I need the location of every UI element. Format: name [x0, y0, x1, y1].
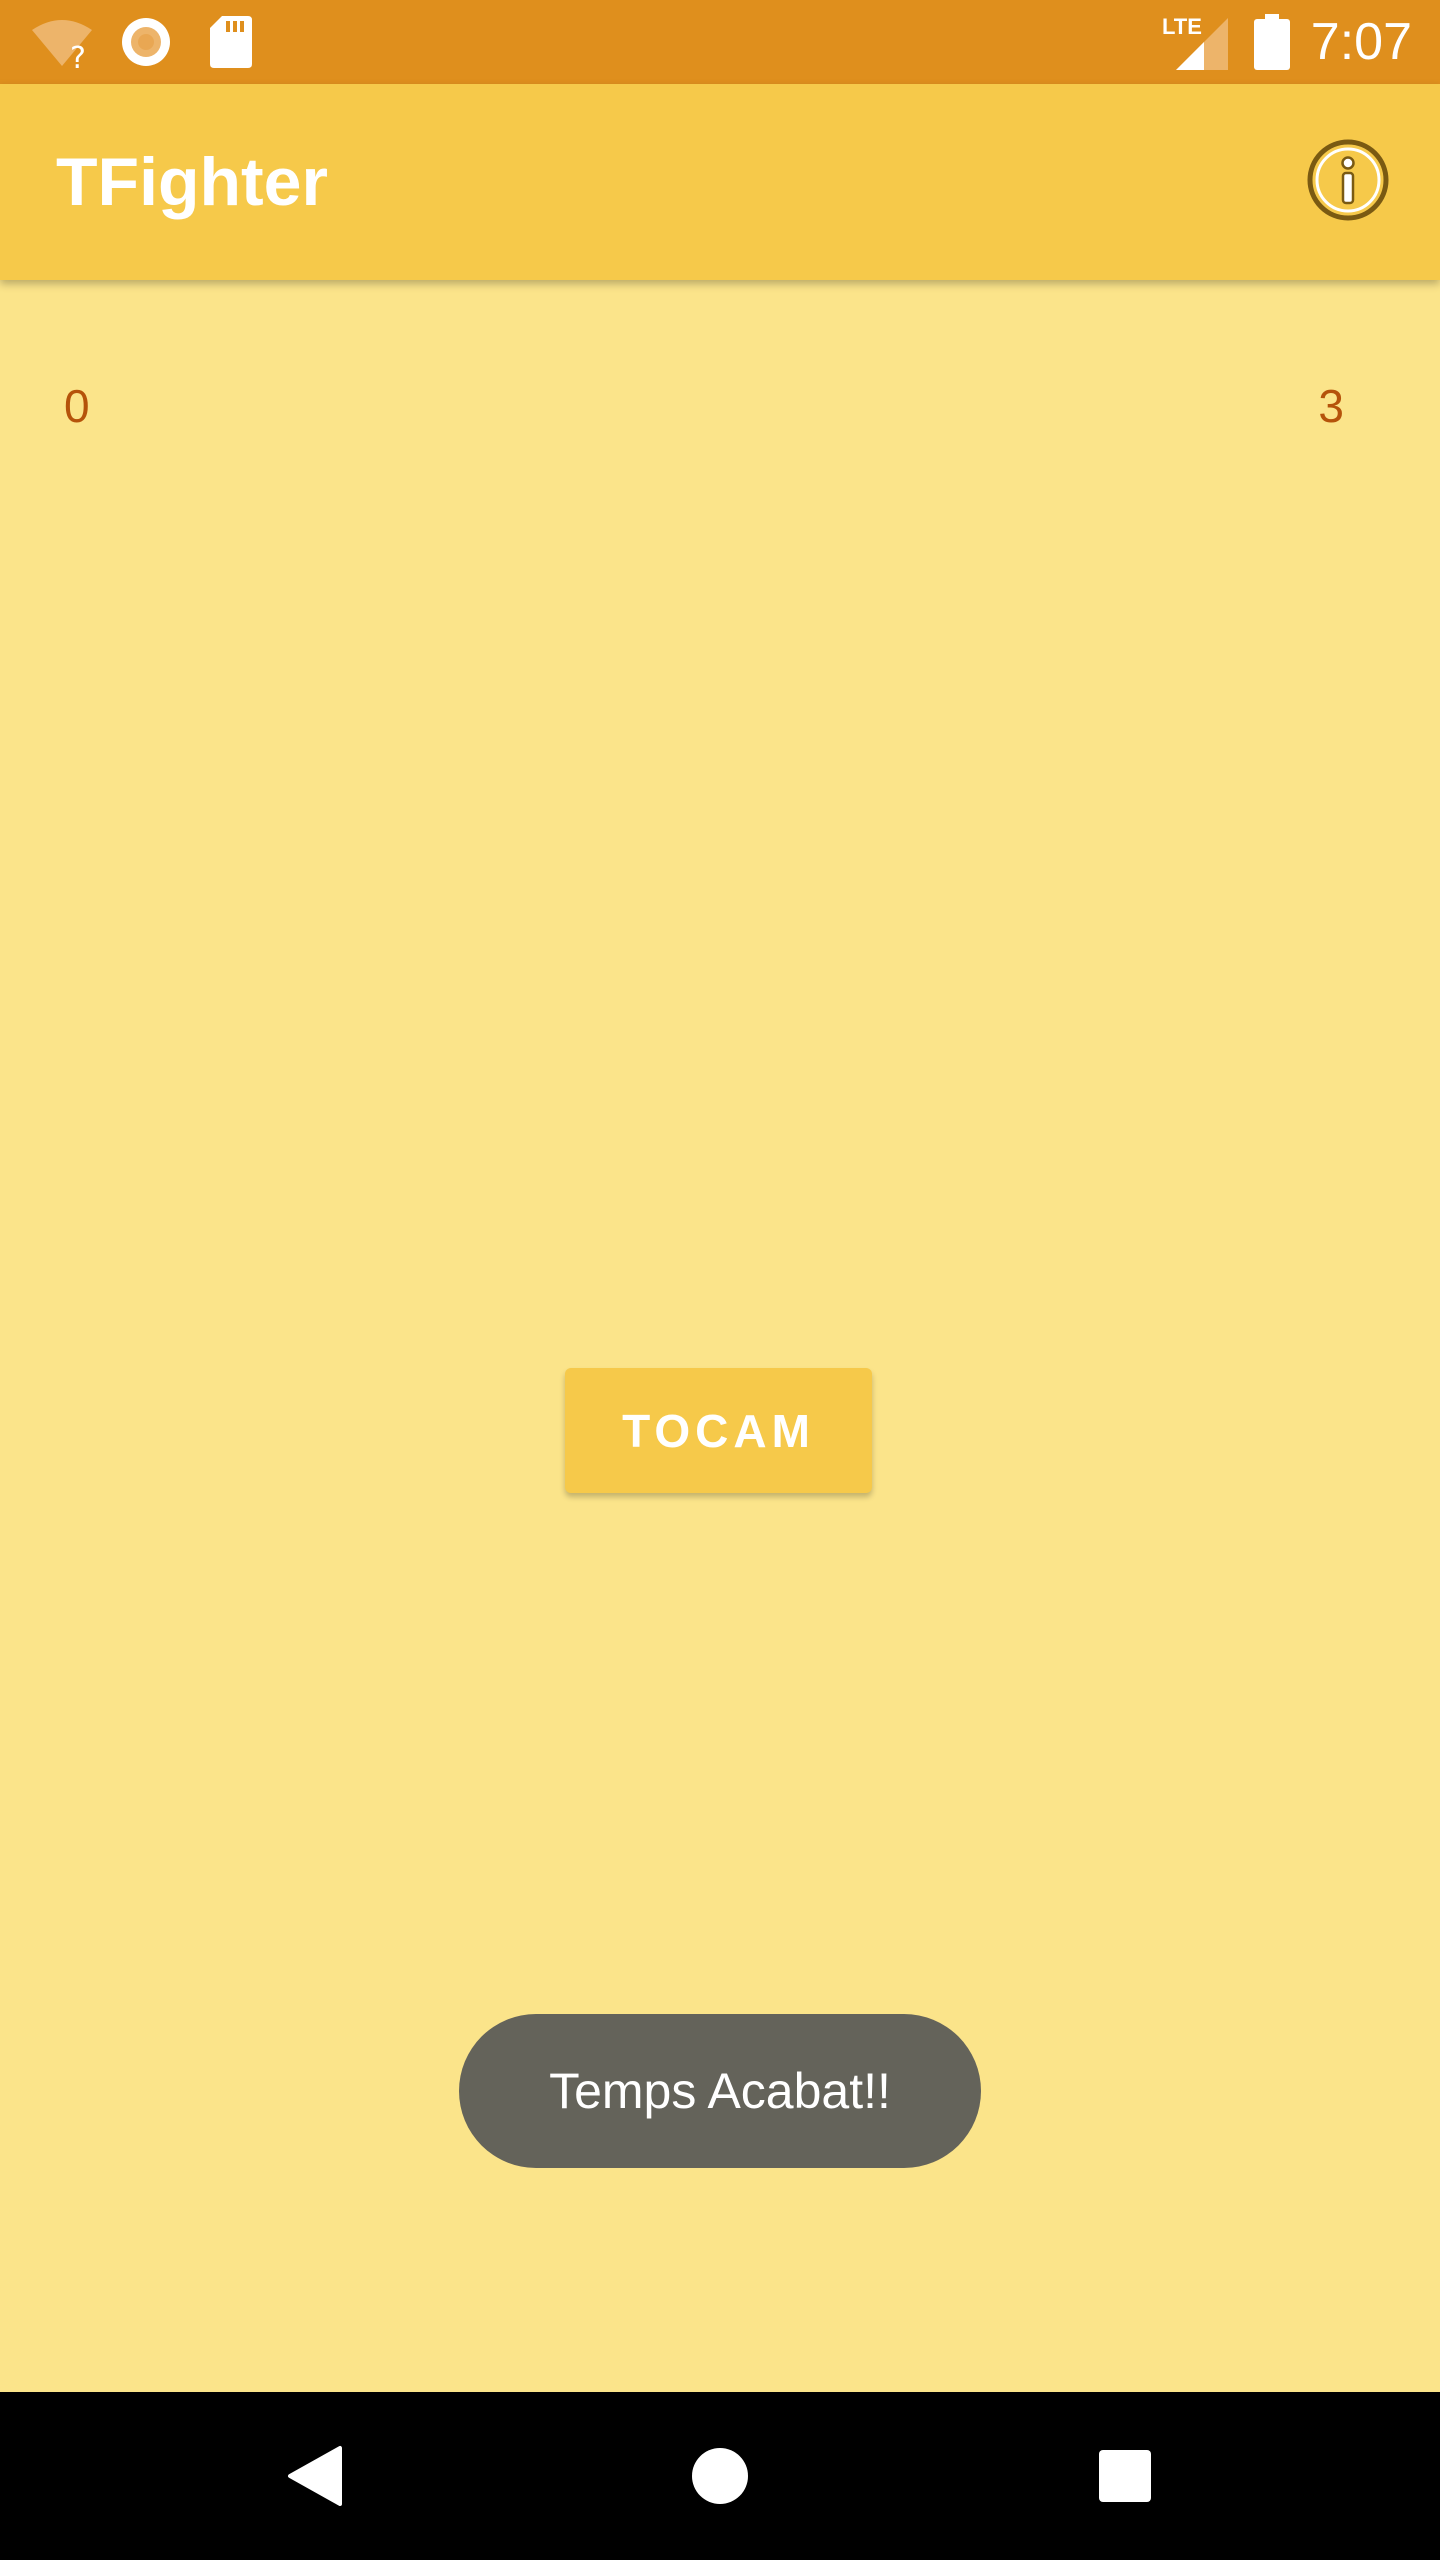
battery-icon — [1254, 14, 1290, 70]
back-icon — [288, 2446, 342, 2506]
back-button[interactable] — [266, 2426, 366, 2526]
status-bar: ? LTE 7:07 — [0, 0, 1440, 84]
info-icon — [1307, 139, 1389, 221]
circle-status-icon — [122, 18, 170, 66]
score-left: 0 — [64, 380, 90, 432]
app-title: TFighter — [56, 144, 328, 220]
home-icon — [692, 2448, 748, 2504]
home-button[interactable] — [670, 2426, 770, 2526]
toast-message: Temps Acabat!! — [459, 2014, 981, 2168]
score-right: 3 — [1318, 380, 1344, 432]
app-bar: TFighter — [0, 84, 1440, 280]
wifi-unknown-icon: ? — [32, 20, 92, 70]
sd-card-icon — [210, 16, 252, 68]
svg-text:?: ? — [70, 41, 86, 70]
status-time: 7:07 — [1310, 13, 1412, 71]
info-button[interactable] — [1306, 138, 1390, 222]
network-type-label: LTE — [1162, 14, 1202, 39]
navigation-bar — [0, 2392, 1440, 2560]
recents-button[interactable] — [1075, 2426, 1175, 2526]
recents-icon — [1099, 2450, 1151, 2502]
tocam-button[interactable]: TOCAM — [565, 1368, 872, 1493]
lte-signal-icon: LTE — [1162, 14, 1228, 70]
